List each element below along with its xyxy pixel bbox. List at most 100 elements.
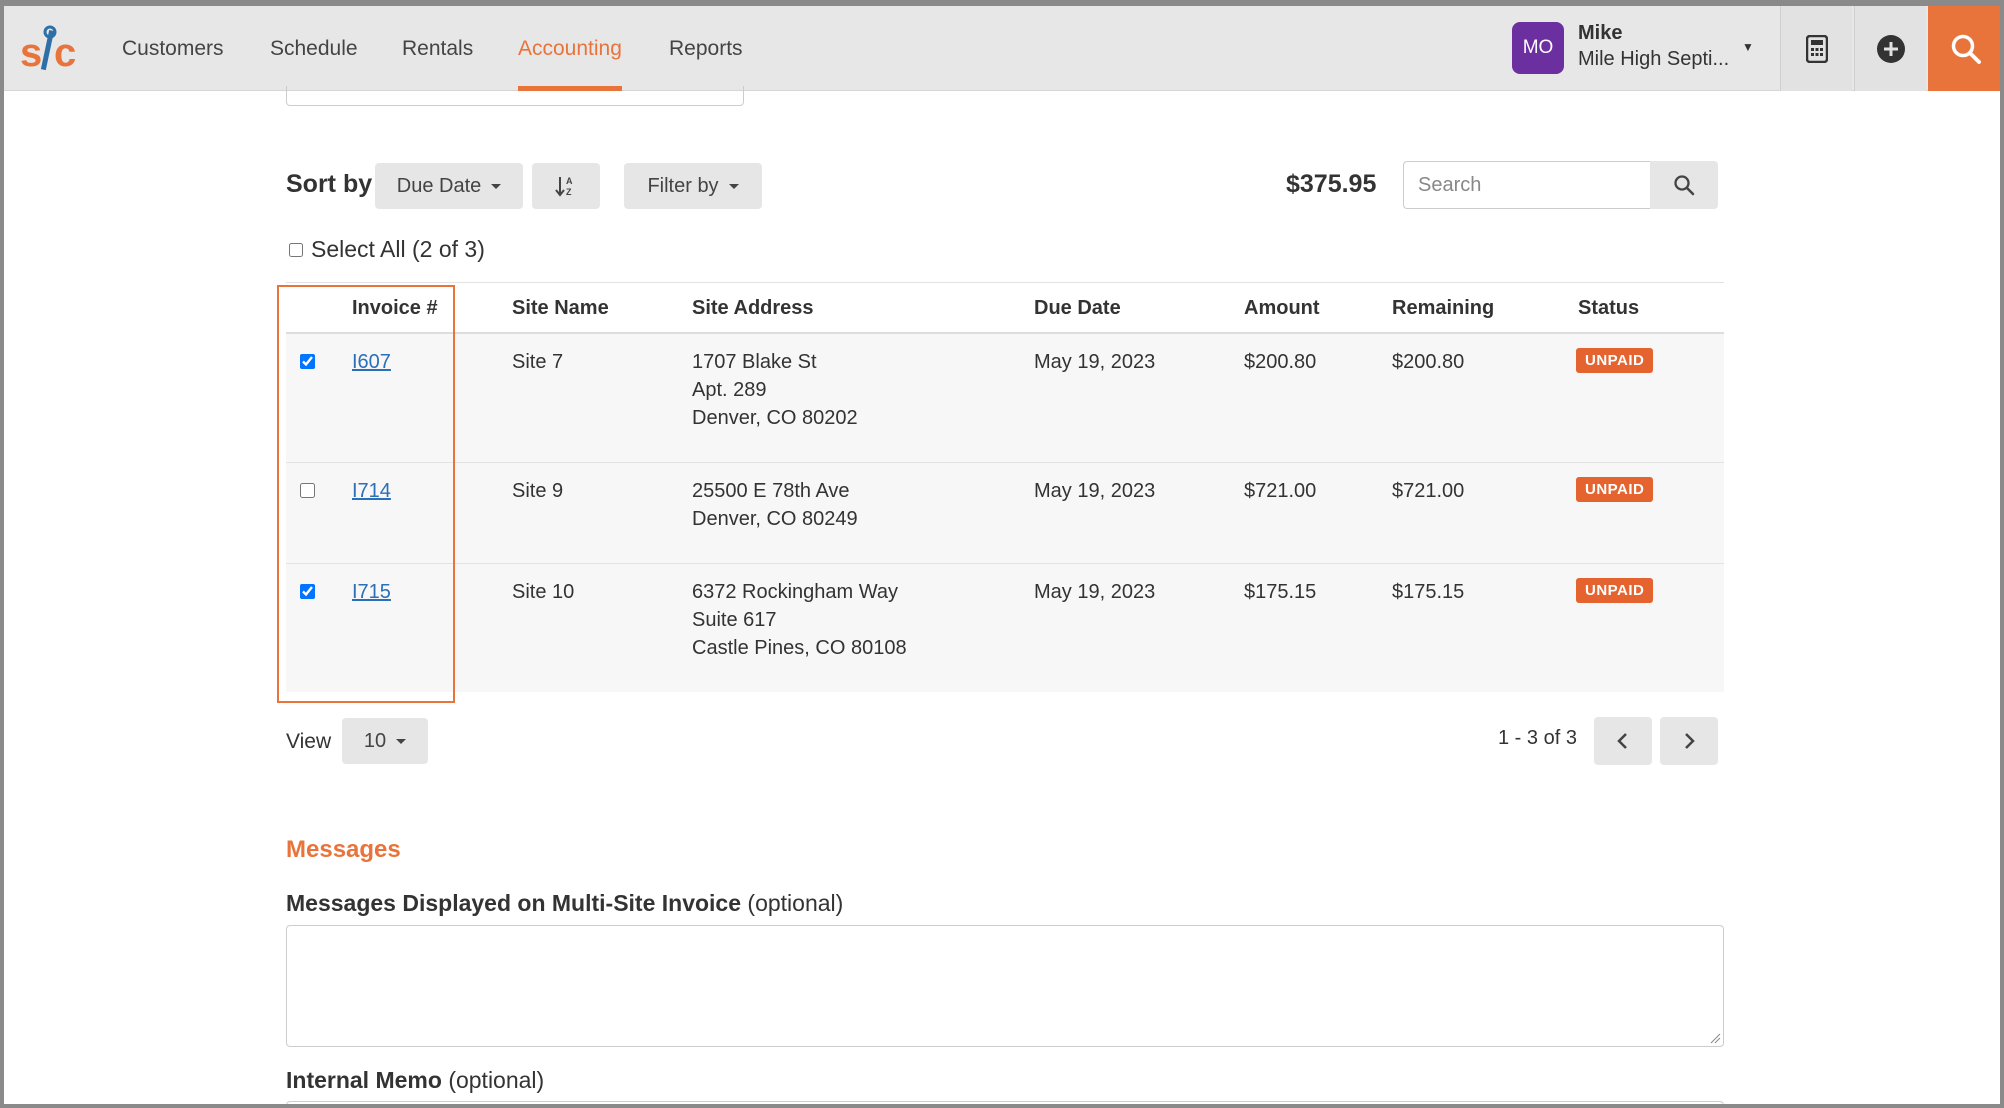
col-remaining[interactable]: Remaining [1392, 297, 1494, 320]
top-navbar: s c Customers Schedule Rentals Accountin… [4, 6, 2000, 91]
page-info: 1 - 3 of 3 [1498, 727, 1577, 749]
table-row[interactable]: I607 Site 7 1707 Blake St Apt. 289 Denve… [286, 334, 1724, 463]
view-label: View [286, 730, 332, 753]
site-address: 6372 Rockingham Way Suite 617 Castle Pin… [692, 578, 907, 662]
user-menu-caret-icon[interactable]: ▼ [1742, 40, 1754, 54]
svg-text:c: c [54, 31, 76, 75]
user-name[interactable]: Mike [1578, 22, 1622, 45]
partial-field [286, 86, 744, 106]
search-input[interactable] [1403, 161, 1651, 209]
row-checkbox[interactable] [300, 483, 315, 498]
table-row[interactable]: I714 Site 9 25500 E 78th Ave Denver, CO … [286, 463, 1724, 564]
internal-memo-label: Internal Memo (optional) [286, 1067, 544, 1094]
col-site-name[interactable]: Site Name [512, 297, 609, 320]
address-line: Denver, CO 80202 [692, 407, 858, 429]
due-date: May 19, 2023 [1034, 480, 1156, 502]
filter-label: Filter by [647, 174, 719, 197]
invoice-link[interactable]: I715 [352, 581, 391, 603]
chevron-right-icon [1685, 733, 1695, 749]
remaining: $721.00 [1392, 480, 1465, 502]
sort-label: Sort by [286, 170, 373, 198]
next-page-button[interactable] [1660, 717, 1718, 765]
global-search-button[interactable] [1928, 6, 2000, 91]
select-all-checkbox[interactable] [289, 242, 303, 257]
address-line: Castle Pines, CO 80108 [692, 637, 907, 659]
col-amount[interactable]: Amount [1244, 297, 1320, 320]
nav-rentals[interactable]: Rentals [402, 6, 473, 91]
optional-text: (optional) [448, 1067, 545, 1093]
due-date: May 19, 2023 [1034, 351, 1156, 373]
address-line: Denver, CO 80249 [692, 508, 858, 530]
address-line: Apt. 289 [692, 379, 767, 401]
status-badge: UNPAID [1576, 348, 1654, 373]
page-size-dropdown[interactable]: 10 [342, 718, 428, 764]
site-name: Site 9 [512, 480, 564, 502]
col-invoice[interactable]: Invoice # [352, 297, 438, 320]
address-line: 25500 E 78th Ave [692, 480, 850, 502]
row-checkbox[interactable] [300, 354, 315, 369]
select-all[interactable]: Select All (2 of 3) [289, 236, 485, 263]
calculator-button[interactable] [1780, 6, 1852, 91]
sort-value: Due Date [396, 174, 482, 197]
address-line: 1707 Blake St [692, 351, 817, 373]
page-size-value: 10 [363, 729, 387, 752]
nav-accounting-label: Accounting [518, 37, 622, 60]
amount: $200.80 [1244, 351, 1317, 373]
filter-dropdown[interactable]: Filter by [624, 163, 762, 209]
prev-page-button[interactable] [1594, 717, 1652, 765]
nav-schedule[interactable]: Schedule [270, 6, 358, 91]
amount: $175.15 [1244, 581, 1317, 603]
due-date: May 19, 2023 [1034, 581, 1156, 603]
svg-text:s: s [20, 31, 42, 75]
user-avatar[interactable]: MO [1512, 22, 1564, 74]
table-row[interactable]: I715 Site 10 6372 Rockingham Way Suite 6… [286, 564, 1724, 692]
search-icon [1951, 34, 1981, 64]
internal-memo-label-text: Internal Memo [286, 1067, 442, 1093]
remaining: $175.15 [1392, 581, 1465, 603]
app-logo[interactable]: s c [20, 24, 78, 76]
invoice-link[interactable]: I714 [352, 480, 391, 502]
status-badge: UNPAID [1576, 578, 1654, 603]
sort-direction-button[interactable]: A Z [532, 163, 600, 209]
amount: $721.00 [1244, 480, 1317, 502]
multi-site-message-label: Messages Displayed on Multi-Site Invoice… [286, 890, 843, 917]
nav-customers[interactable]: Customers [122, 6, 224, 91]
invoice-link[interactable]: I607 [352, 351, 391, 373]
nav-accounting[interactable]: Accounting [518, 6, 622, 91]
search-button[interactable] [1650, 161, 1718, 209]
select-all-label: Select All (2 of 3) [311, 236, 485, 262]
svg-text:A: A [566, 176, 573, 186]
caret-down-icon [396, 738, 407, 744]
internal-memo-textarea[interactable] [286, 1101, 1724, 1104]
multi-site-message-textarea[interactable] [286, 925, 1724, 1047]
sort-dropdown[interactable]: Due Date [375, 163, 523, 209]
caret-down-icon [491, 183, 502, 189]
address-line: Suite 617 [692, 609, 777, 631]
row-checkbox[interactable] [300, 584, 315, 599]
user-company[interactable]: Mile High Septi... [1578, 48, 1729, 71]
nav-reports[interactable]: Reports [669, 6, 743, 91]
optional-text: (optional) [747, 890, 844, 916]
calculator-icon [1805, 34, 1828, 63]
table-header: Invoice # Site Name Site Address Due Dat… [286, 282, 1724, 334]
invoice-table: Invoice # Site Name Site Address Due Dat… [286, 282, 1724, 692]
caret-down-icon [728, 183, 739, 189]
resize-grip-icon[interactable] [1709, 1032, 1721, 1044]
messages-section-title: Messages [286, 836, 401, 863]
status-badge: UNPAID [1576, 477, 1654, 502]
search-icon [1674, 175, 1695, 196]
chevron-left-icon [1617, 733, 1627, 749]
sort-order-icon: A Z [555, 176, 573, 197]
remaining: $200.80 [1392, 351, 1465, 373]
site-name: Site 7 [512, 351, 564, 373]
site-name: Site 10 [512, 581, 575, 603]
col-site-address[interactable]: Site Address [692, 297, 814, 320]
col-status[interactable]: Status [1578, 297, 1639, 320]
plus-circle-icon [1876, 34, 1905, 63]
svg-text:Z: Z [566, 187, 572, 197]
selected-total: $375.95 [1286, 170, 1377, 198]
add-button[interactable] [1854, 6, 1926, 91]
col-due-date[interactable]: Due Date [1034, 297, 1121, 320]
address-line: 6372 Rockingham Way [692, 581, 899, 603]
site-address: 1707 Blake St Apt. 289 Denver, CO 80202 [692, 348, 858, 432]
